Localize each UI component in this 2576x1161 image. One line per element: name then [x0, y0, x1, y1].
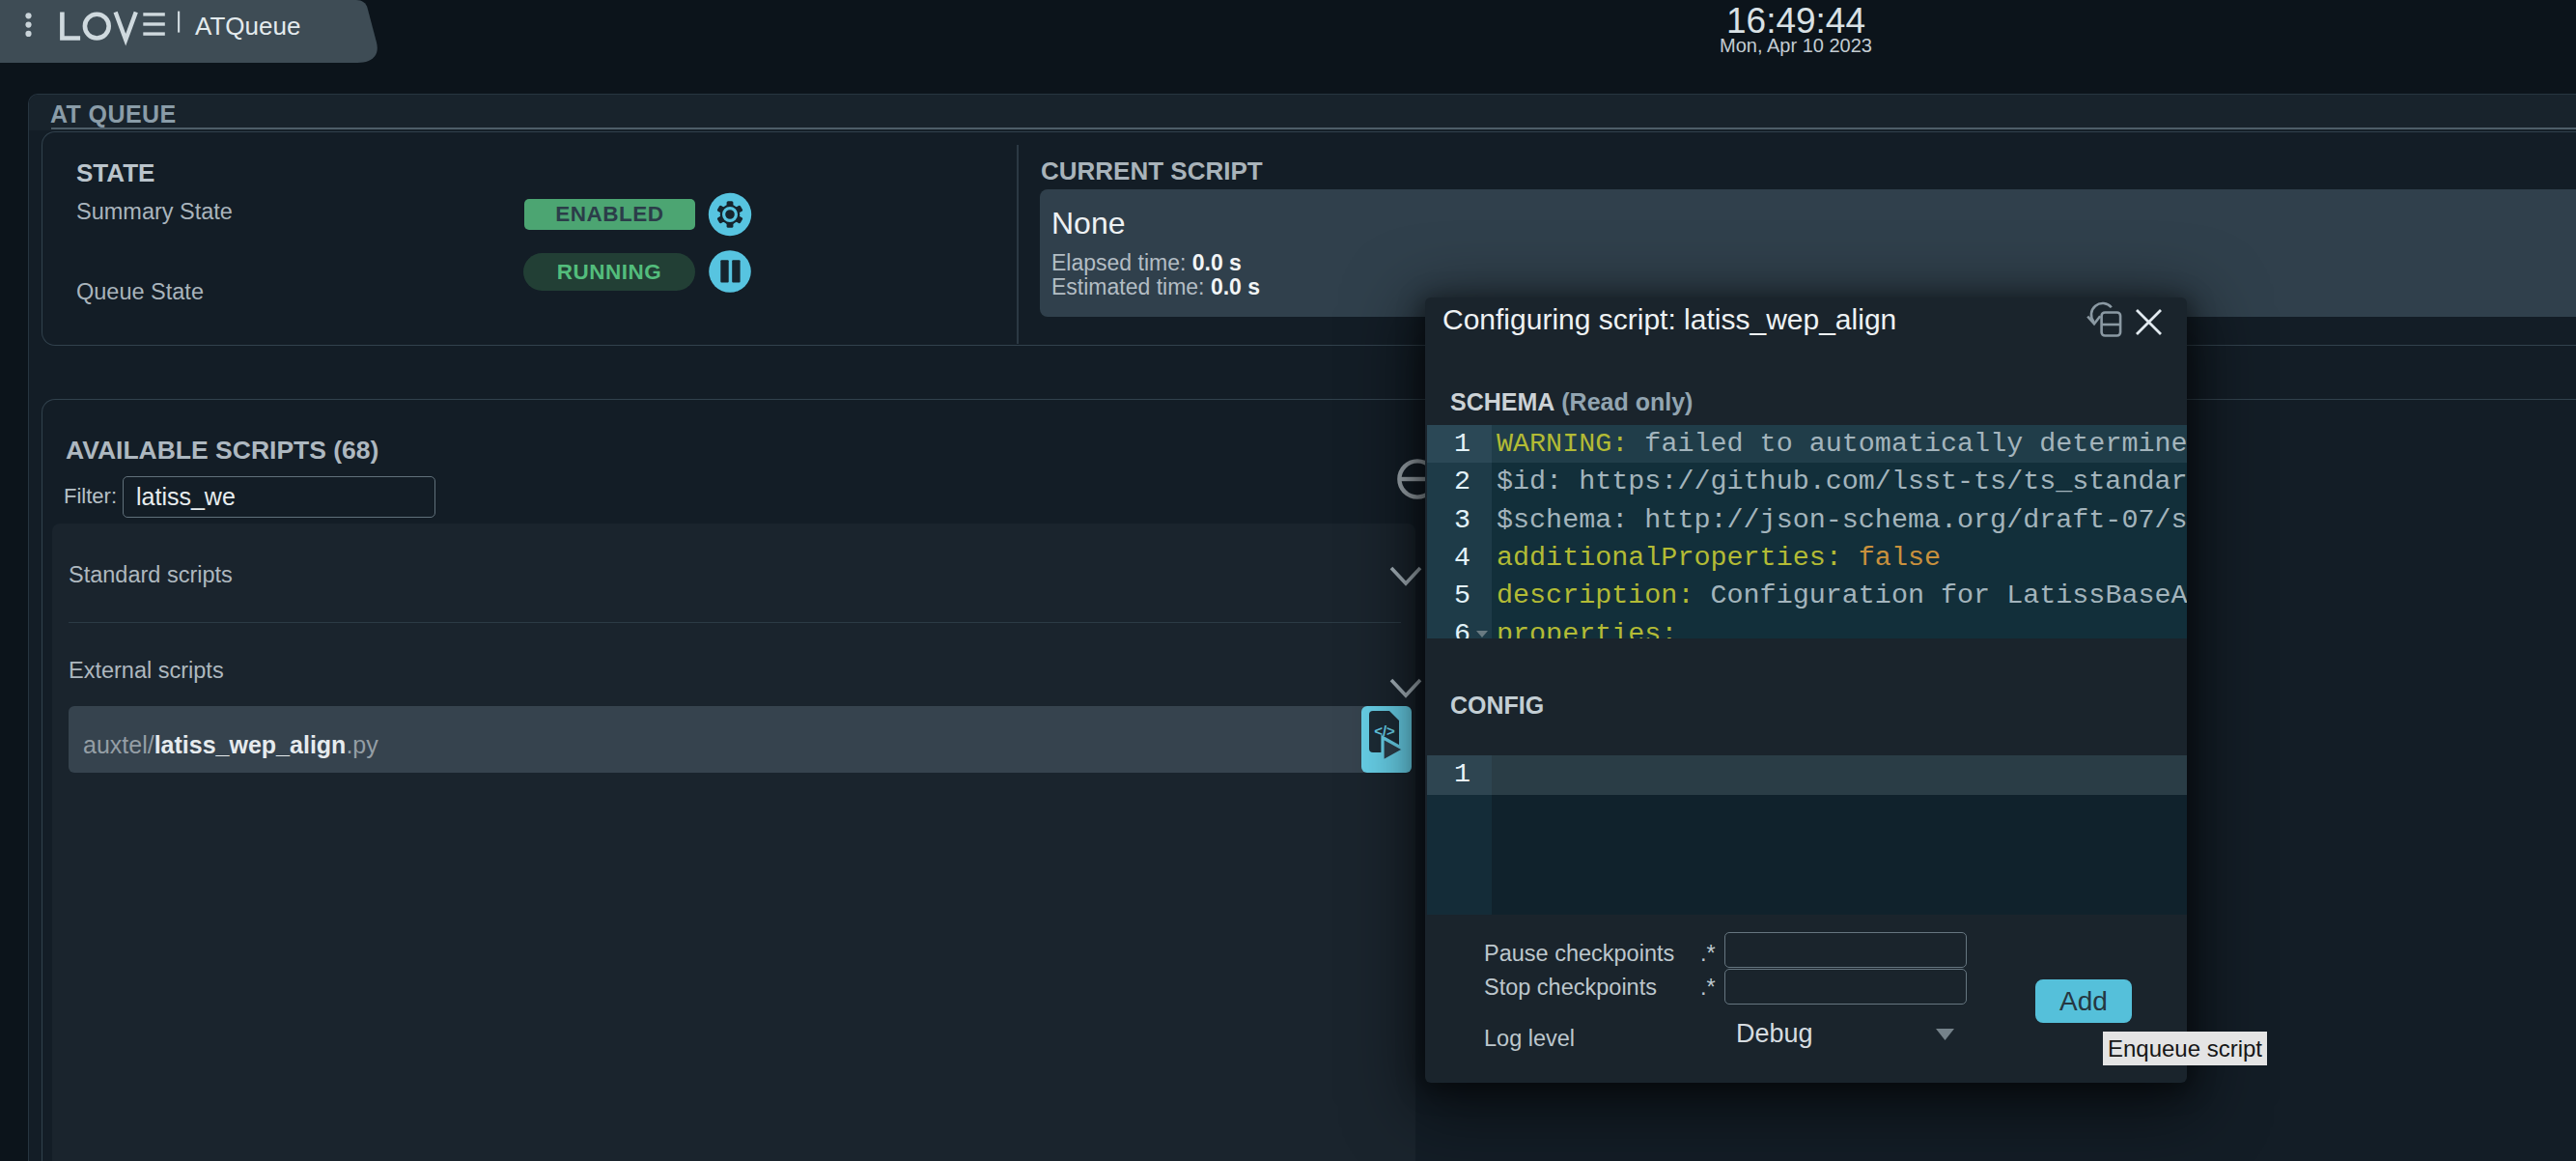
svg-text:</>: </> [1374, 722, 1395, 739]
